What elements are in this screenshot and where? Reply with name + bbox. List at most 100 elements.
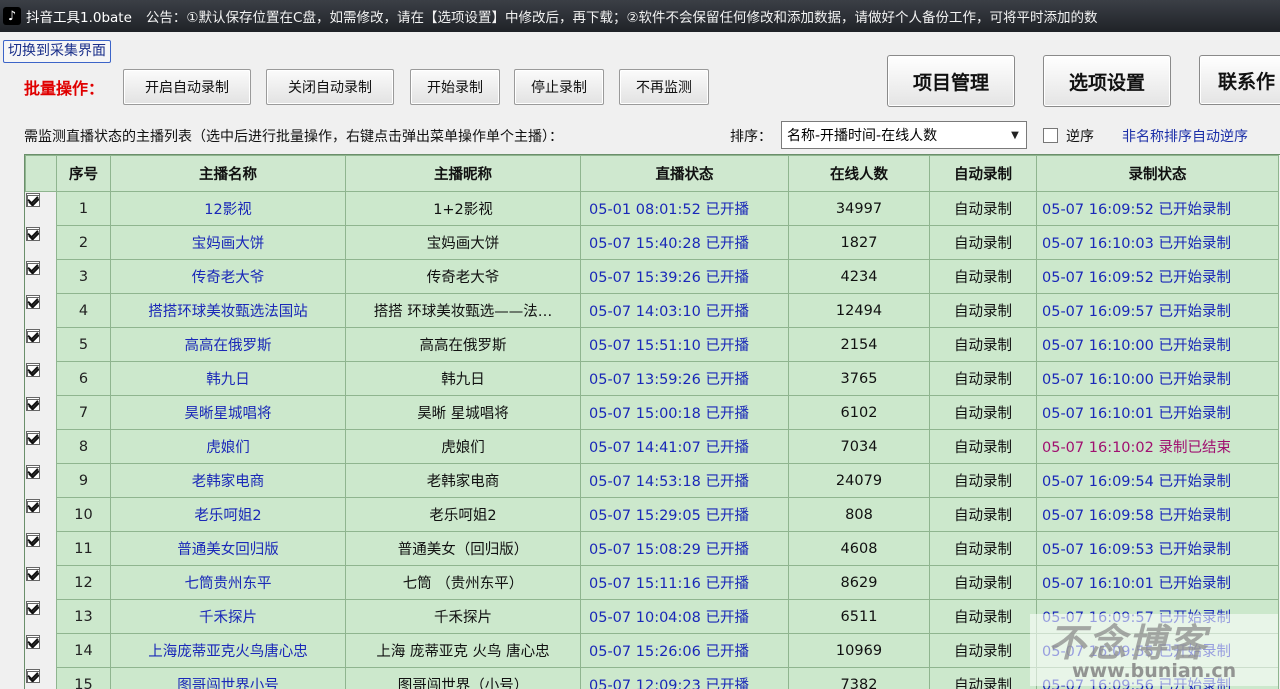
row-index: 5 [57, 328, 111, 362]
row-live-status: 05-07 12:09:23 已开播 [581, 668, 789, 689]
table-row[interactable]: 4搭搭环球美妆甄选法国站搭搭 环球美妆甄选——法…05-07 14:03:10 … [26, 294, 1279, 328]
row-record-status: 05-07 16:09:52 已开始录制 [1037, 192, 1279, 226]
watermark-url: www.bunian.cn [1072, 660, 1236, 682]
row-index: 12 [57, 566, 111, 600]
options-settings-button[interactable]: 选项设置 [1043, 55, 1171, 107]
row-auto-record: 自动录制 [930, 634, 1037, 668]
stop-record-button[interactable]: 停止录制 [514, 69, 604, 105]
table-row[interactable]: 11普通美女回归版普通美女（回归版）05-07 15:08:29 已开播4608… [26, 532, 1279, 566]
enable-auto-record-button[interactable]: 开启自动录制 [123, 69, 251, 105]
table-row[interactable]: 7昊晰星城唱将昊晰 星城唱将05-07 15:00:18 已开播6102自动录制… [26, 396, 1279, 430]
row-online-count: 34997 [789, 192, 930, 226]
row-online-count: 12494 [789, 294, 930, 328]
header-streamer-name[interactable]: 主播名称 [111, 156, 346, 192]
table-row[interactable]: 5高高在俄罗斯高高在俄罗斯05-07 15:51:10 已开播2154自动录制0… [26, 328, 1279, 362]
table-header-row: 序号 主播名称 主播昵称 直播状态 在线人数 自动录制 录制状态 [26, 156, 1279, 192]
row-record-status: 05-07 16:10:01 已开始录制 [1037, 396, 1279, 430]
row-auto-record: 自动录制 [930, 464, 1037, 498]
row-streamer-nickname: 千禾探片 [346, 600, 581, 634]
disable-auto-record-button[interactable]: 关闭自动录制 [266, 69, 394, 105]
row-checkbox-checked[interactable] [27, 399, 40, 411]
table-row[interactable]: 10老乐呵姐2老乐呵姐205-07 15:29:05 已开播808自动录制05-… [26, 498, 1279, 532]
row-online-count: 808 [789, 498, 930, 532]
row-checkbox [26, 397, 40, 411]
row-checkbox-checked[interactable] [27, 263, 40, 275]
table-row[interactable]: 112影视1+2影视05-01 08:01:52 已开播34997自动录制05-… [26, 192, 1279, 226]
row-online-count: 7382 [789, 668, 930, 689]
row-record-status: 05-07 16:10:01 已开始录制 [1037, 566, 1279, 600]
row-checkbox [26, 431, 40, 445]
row-auto-record: 自动录制 [930, 362, 1037, 396]
row-index: 11 [57, 532, 111, 566]
header-live-status[interactable]: 直播状态 [581, 156, 789, 192]
row-streamer-name: 传奇老大爷 [111, 260, 346, 294]
row-checkbox-checked[interactable] [27, 603, 40, 615]
row-streamer-nickname: 传奇老大爷 [346, 260, 581, 294]
row-record-status: 05-07 16:09:54 已开始录制 [1037, 464, 1279, 498]
row-index: 1 [57, 192, 111, 226]
row-streamer-name: 千禾探片 [111, 600, 346, 634]
table-row[interactable]: 2宝妈画大饼宝妈画大饼05-07 15:40:28 已开播1827自动录制05-… [26, 226, 1279, 260]
row-streamer-name: 上海庞蒂亚克火鸟唐心忠 [111, 634, 346, 668]
start-record-button[interactable]: 开始录制 [410, 69, 500, 105]
row-checkbox [26, 465, 40, 479]
row-index: 2 [57, 226, 111, 260]
row-checkbox [26, 329, 40, 343]
reverse-order-label: 逆序 [1066, 126, 1094, 146]
row-checkbox-checked[interactable] [27, 195, 40, 207]
row-index: 6 [57, 362, 111, 396]
row-streamer-nickname: 昊晰 星城唱将 [346, 396, 581, 430]
row-checkbox-checked[interactable] [27, 467, 40, 479]
row-record-status: 05-07 16:10:03 已开始录制 [1037, 226, 1279, 260]
row-online-count: 6102 [789, 396, 930, 430]
table-row[interactable]: 9老韩家电商老韩家电商05-07 14:53:18 已开播24079自动录制05… [26, 464, 1279, 498]
header-checkbox [26, 156, 57, 192]
header-index[interactable]: 序号 [57, 156, 111, 192]
row-checkbox-checked[interactable] [27, 365, 40, 377]
row-online-count: 4234 [789, 260, 930, 294]
reverse-order-checkbox[interactable] [1043, 128, 1058, 143]
row-checkbox-checked[interactable] [27, 501, 40, 513]
chevron-down-icon[interactable]: ▼ [1007, 126, 1023, 144]
table-row[interactable]: 8虎娘们虎娘们05-07 14:41:07 已开播7034自动录制05-07 1… [26, 430, 1279, 464]
sort-dropdown[interactable]: 名称-开播时间-在线人数 ▼ [781, 121, 1027, 149]
row-live-status: 05-07 15:08:29 已开播 [581, 532, 789, 566]
row-checkbox-checked[interactable] [27, 433, 40, 445]
row-checkbox [26, 363, 40, 377]
row-streamer-name: 七筒贵州东平 [111, 566, 346, 600]
row-online-count: 8629 [789, 566, 930, 600]
row-live-status: 05-01 08:01:52 已开播 [581, 192, 789, 226]
row-index: 13 [57, 600, 111, 634]
row-index: 15 [57, 668, 111, 689]
row-checkbox-checked[interactable] [27, 331, 40, 343]
stop-monitoring-button[interactable]: 不再监测 [619, 69, 709, 105]
title-bar: ♪ 抖音工具1.0bate 公告：①默认保存位置在C盘，如需修改，请在【选项设置… [0, 0, 1280, 32]
row-streamer-nickname: 普通美女（回归版） [346, 532, 581, 566]
list-description: 需监测直播状态的主播列表（选中后进行批量操作，右键点击弹出菜单操作单个主播）： [24, 126, 563, 146]
row-checkbox-checked[interactable] [27, 671, 40, 683]
row-checkbox-checked[interactable] [27, 535, 40, 547]
row-checkbox [26, 193, 40, 207]
table-row[interactable]: 6韩九日韩九日05-07 13:59:26 已开播3765自动录制05-07 1… [26, 362, 1279, 396]
row-index: 3 [57, 260, 111, 294]
row-checkbox-checked[interactable] [27, 297, 40, 309]
row-checkbox-checked[interactable] [27, 637, 40, 649]
row-auto-record: 自动录制 [930, 430, 1037, 464]
table-row[interactable]: 3传奇老大爷传奇老大爷05-07 15:39:26 已开播4234自动录制05-… [26, 260, 1279, 294]
header-auto-record[interactable]: 自动录制 [930, 156, 1037, 192]
row-record-status: 05-07 16:10:00 已开始录制 [1037, 328, 1279, 362]
row-streamer-nickname: 搭搭 环球美妆甄选——法… [346, 294, 581, 328]
header-online-count[interactable]: 在线人数 [789, 156, 930, 192]
header-streamer-nickname[interactable]: 主播昵称 [346, 156, 581, 192]
row-index: 10 [57, 498, 111, 532]
header-record-status[interactable]: 录制状态 [1037, 156, 1279, 192]
table-row[interactable]: 12七筒贵州东平七筒 （贵州东平）05-07 15:11:16 已开播8629自… [26, 566, 1279, 600]
row-live-status: 05-07 15:11:16 已开播 [581, 566, 789, 600]
row-online-count: 4608 [789, 532, 930, 566]
contact-author-button[interactable]: 联系作 [1199, 55, 1280, 105]
switch-to-collect-button[interactable]: 切换到采集界面 [3, 40, 111, 63]
row-online-count: 7034 [789, 430, 930, 464]
row-checkbox-checked[interactable] [27, 229, 40, 241]
row-checkbox-checked[interactable] [27, 569, 40, 581]
project-management-button[interactable]: 项目管理 [887, 55, 1015, 107]
